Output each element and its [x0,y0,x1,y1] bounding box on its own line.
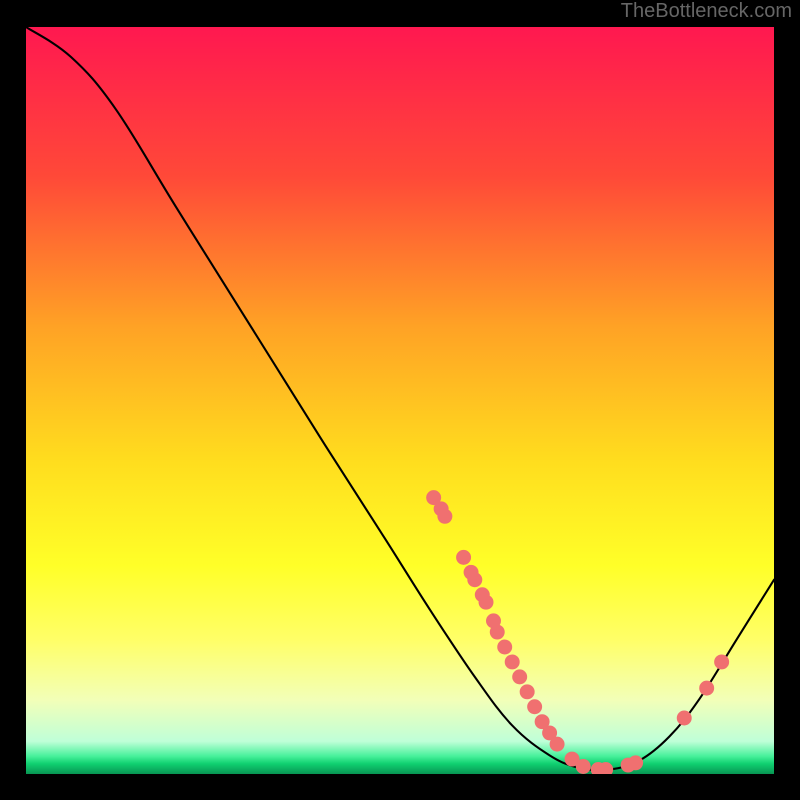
data-marker [699,681,714,696]
data-markers [426,490,729,774]
data-marker [527,699,542,714]
data-marker [520,684,535,699]
data-marker [550,737,565,752]
data-marker [512,669,527,684]
attribution-text: TheBottleneck.com [621,0,792,23]
data-marker [490,625,505,640]
data-marker [479,595,494,610]
data-marker [677,711,692,726]
chart-container: TheBottleneck.com [0,0,800,800]
data-marker [437,509,452,524]
plot-area [26,27,774,774]
data-marker [497,640,512,655]
data-marker [576,759,591,774]
curve-layer [26,27,774,774]
data-marker [467,572,482,587]
data-marker [456,550,471,565]
bottleneck-curve [26,27,774,770]
data-marker [628,755,643,770]
data-marker [714,654,729,669]
data-marker [505,654,520,669]
